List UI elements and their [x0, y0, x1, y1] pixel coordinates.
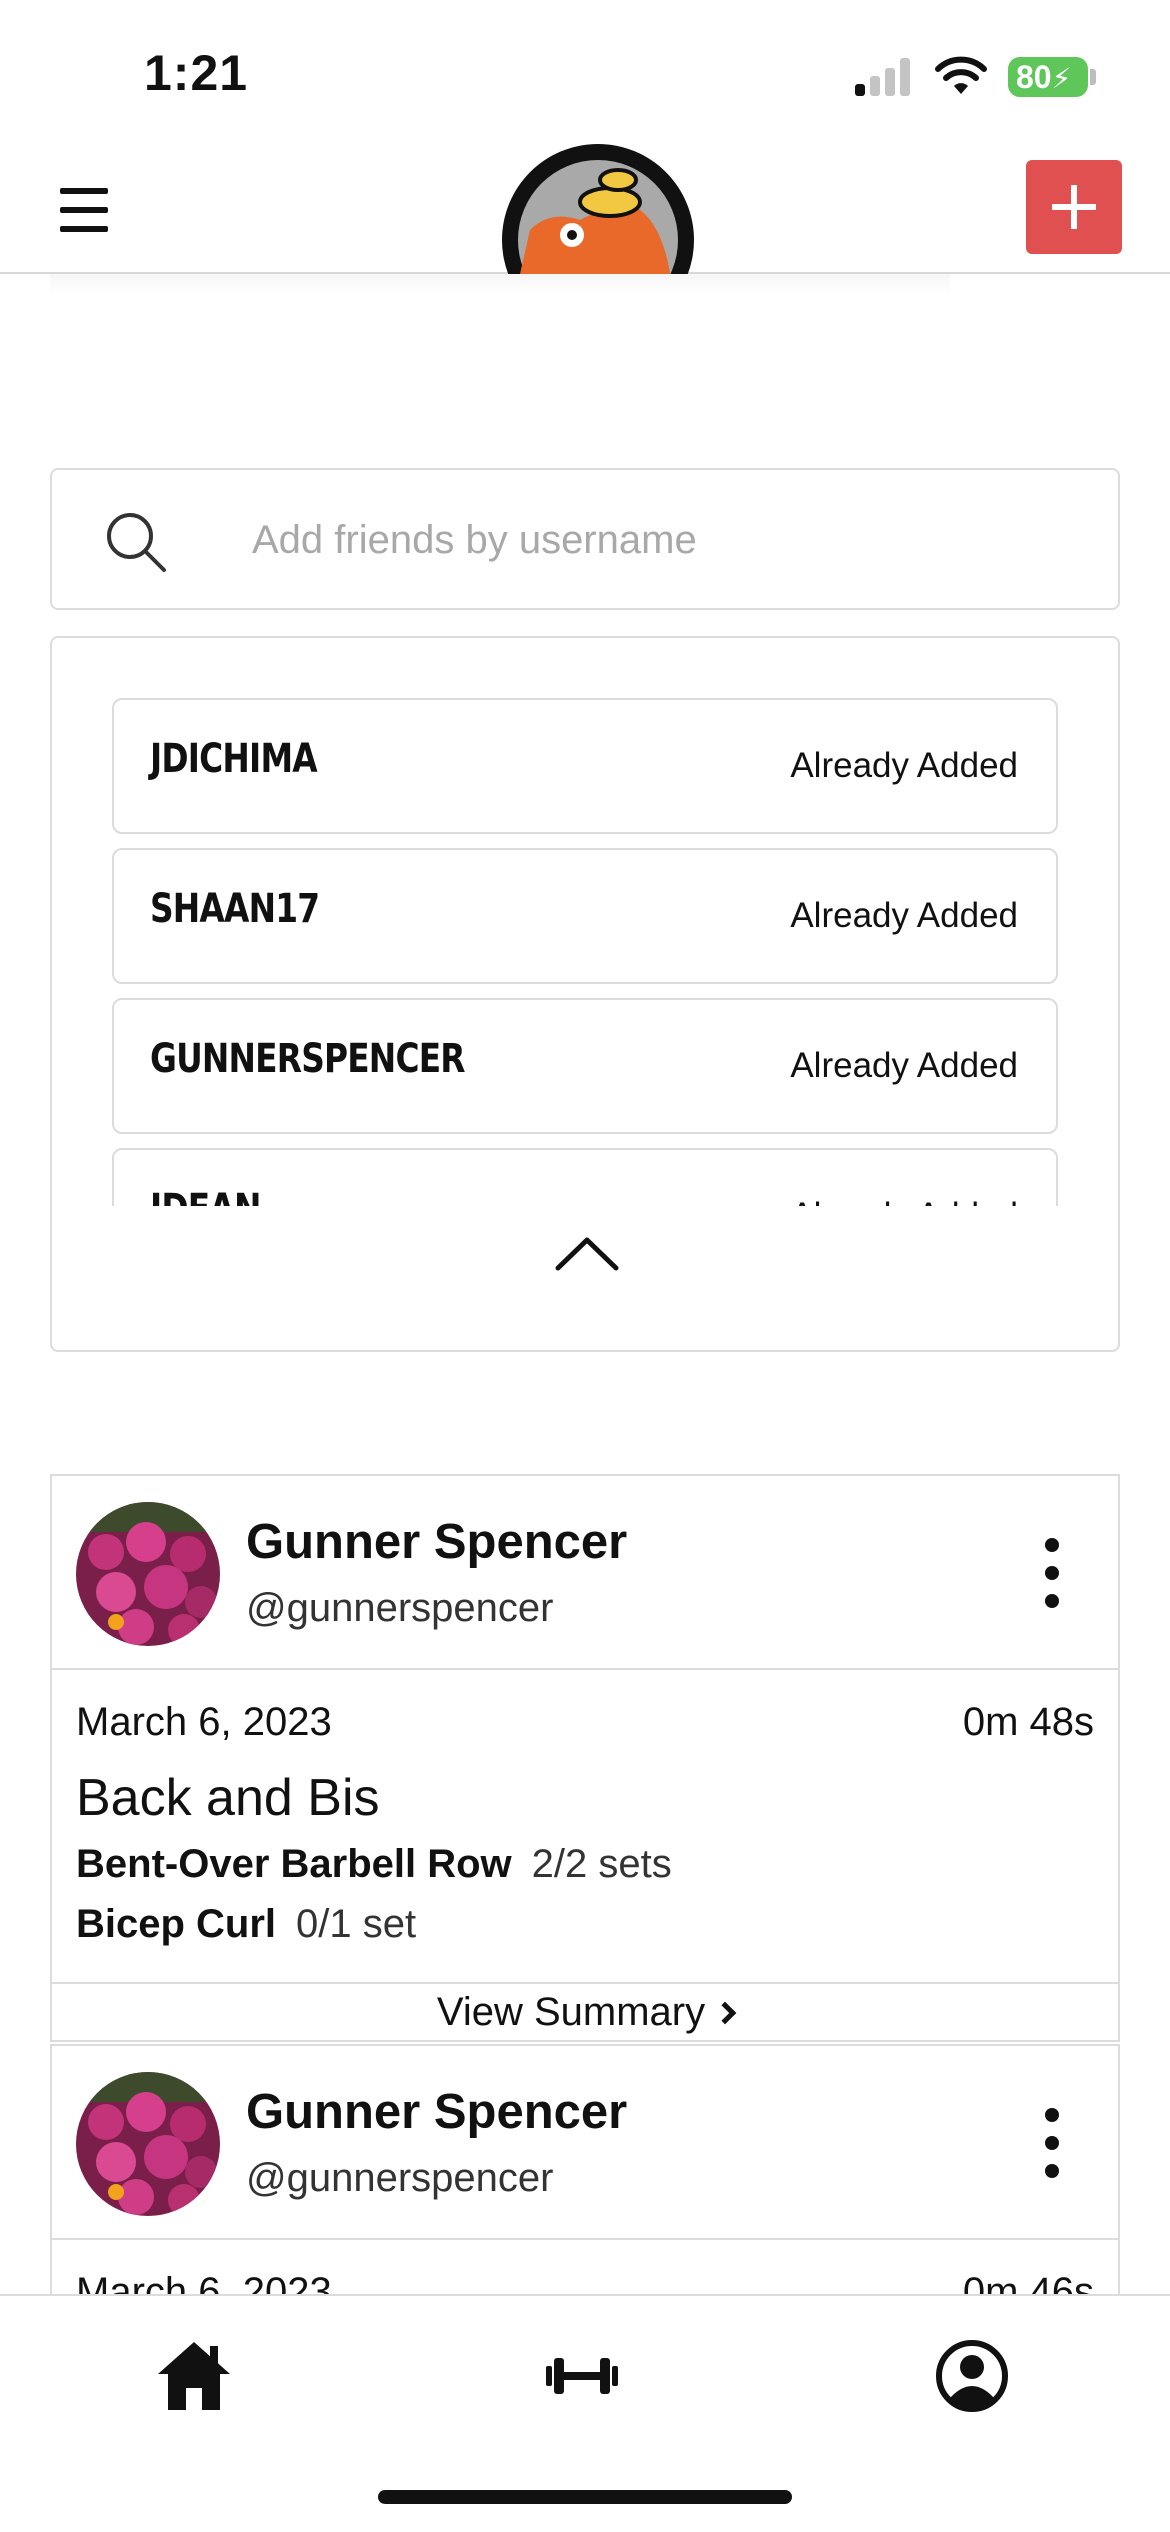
avatar[interactable]: [76, 1502, 220, 1646]
home-icon[interactable]: [154, 2336, 234, 2416]
result-status: Already Added: [790, 1046, 1018, 1085]
cellular-signal-icon: [855, 58, 915, 96]
search-results-list[interactable]: JDICHIMA Already Added SHAAN17 Already A…: [112, 698, 1058, 1206]
battery-level: 80: [1016, 59, 1052, 95]
workout-title: Back and Bis: [76, 1769, 380, 1827]
exercise-name: Bicep Curl: [76, 1902, 277, 1946]
chevron-up-icon[interactable]: [552, 1228, 622, 1278]
result-username: GUNNERSPENCER: [150, 1036, 466, 1082]
result-status: Already Added: [790, 896, 1018, 935]
search-input[interactable]: [252, 510, 1072, 570]
avatar[interactable]: [76, 2072, 220, 2216]
card-body: March 6, 2023 0m 48s Back and Bis Bent-O…: [52, 1670, 1118, 1982]
result-status: Already Added: [790, 1196, 1018, 1206]
exercise-sets: 0/1 set: [296, 1902, 417, 1946]
exercise-row: Bicep Curl 0/1 set: [76, 1902, 416, 1947]
result-row[interactable]: JDICHIMA Already Added: [112, 698, 1058, 834]
battery-icon: 80⚡: [1008, 57, 1088, 97]
home-indicator: [378, 2490, 792, 2504]
workout-duration: 0m 48s: [962, 1700, 1094, 1744]
view-summary-label: View Summary: [436, 1990, 706, 2034]
exercise-name: Bent-Over Barbell Row: [76, 1842, 512, 1886]
result-username: SHAAN17: [150, 886, 320, 932]
status-bar: 1:21 80⚡: [0, 0, 1170, 140]
exercise-sets: 2/2 sets: [531, 1842, 672, 1886]
user-name[interactable]: Gunner Spencer: [246, 1514, 627, 1570]
wifi-icon: [935, 56, 987, 94]
more-options-icon[interactable]: [1042, 2108, 1062, 2178]
result-row[interactable]: GUNNERSPENCER Already Added: [112, 998, 1058, 1134]
exercise-row: Bent-Over Barbell Row 2/2 sets: [76, 1842, 672, 1887]
status-time: 1:21: [144, 45, 249, 101]
app-logo: [502, 144, 694, 274]
workout-date: March 6, 2023: [76, 1700, 332, 1744]
view-summary-button[interactable]: View Summary: [52, 1982, 1118, 2040]
dumbbell-icon[interactable]: [542, 2336, 622, 2416]
app-header: [0, 140, 1170, 274]
add-button[interactable]: [1026, 160, 1122, 254]
card-header: Gunner Spencer @gunnerspencer: [52, 2046, 1118, 2240]
result-status: Already Added: [790, 746, 1018, 785]
result-row[interactable]: SHAAN17 Already Added: [112, 848, 1058, 984]
user-handle[interactable]: @gunnerspencer: [246, 1586, 553, 1631]
workout-card[interactable]: Gunner Spencer @gunnerspencer March 6, 2…: [50, 2044, 1120, 2304]
user-name[interactable]: Gunner Spencer: [246, 2084, 627, 2140]
card-header: Gunner Spencer @gunnerspencer: [52, 1476, 1118, 1670]
workout-card[interactable]: Gunner Spencer @gunnerspencer March 6, 2…: [50, 1474, 1120, 2042]
search-icon: [107, 513, 166, 572]
search-results-panel: JDICHIMA Already Added SHAAN17 Already A…: [50, 636, 1120, 1352]
result-row[interactable]: JDEAN Already Added: [112, 1148, 1058, 1206]
chevron-right-icon: [713, 2001, 737, 2025]
header-shadow: [50, 274, 950, 294]
menu-icon[interactable]: [56, 188, 112, 232]
battery-nub: [1090, 69, 1096, 85]
user-handle[interactable]: @gunnerspencer: [246, 2156, 553, 2201]
result-username: JDEAN: [150, 1186, 261, 1206]
more-options-icon[interactable]: [1042, 1538, 1062, 1608]
friend-search-box[interactable]: [50, 468, 1120, 610]
profile-icon[interactable]: [932, 2336, 1012, 2416]
result-username: JDICHIMA: [150, 736, 318, 782]
